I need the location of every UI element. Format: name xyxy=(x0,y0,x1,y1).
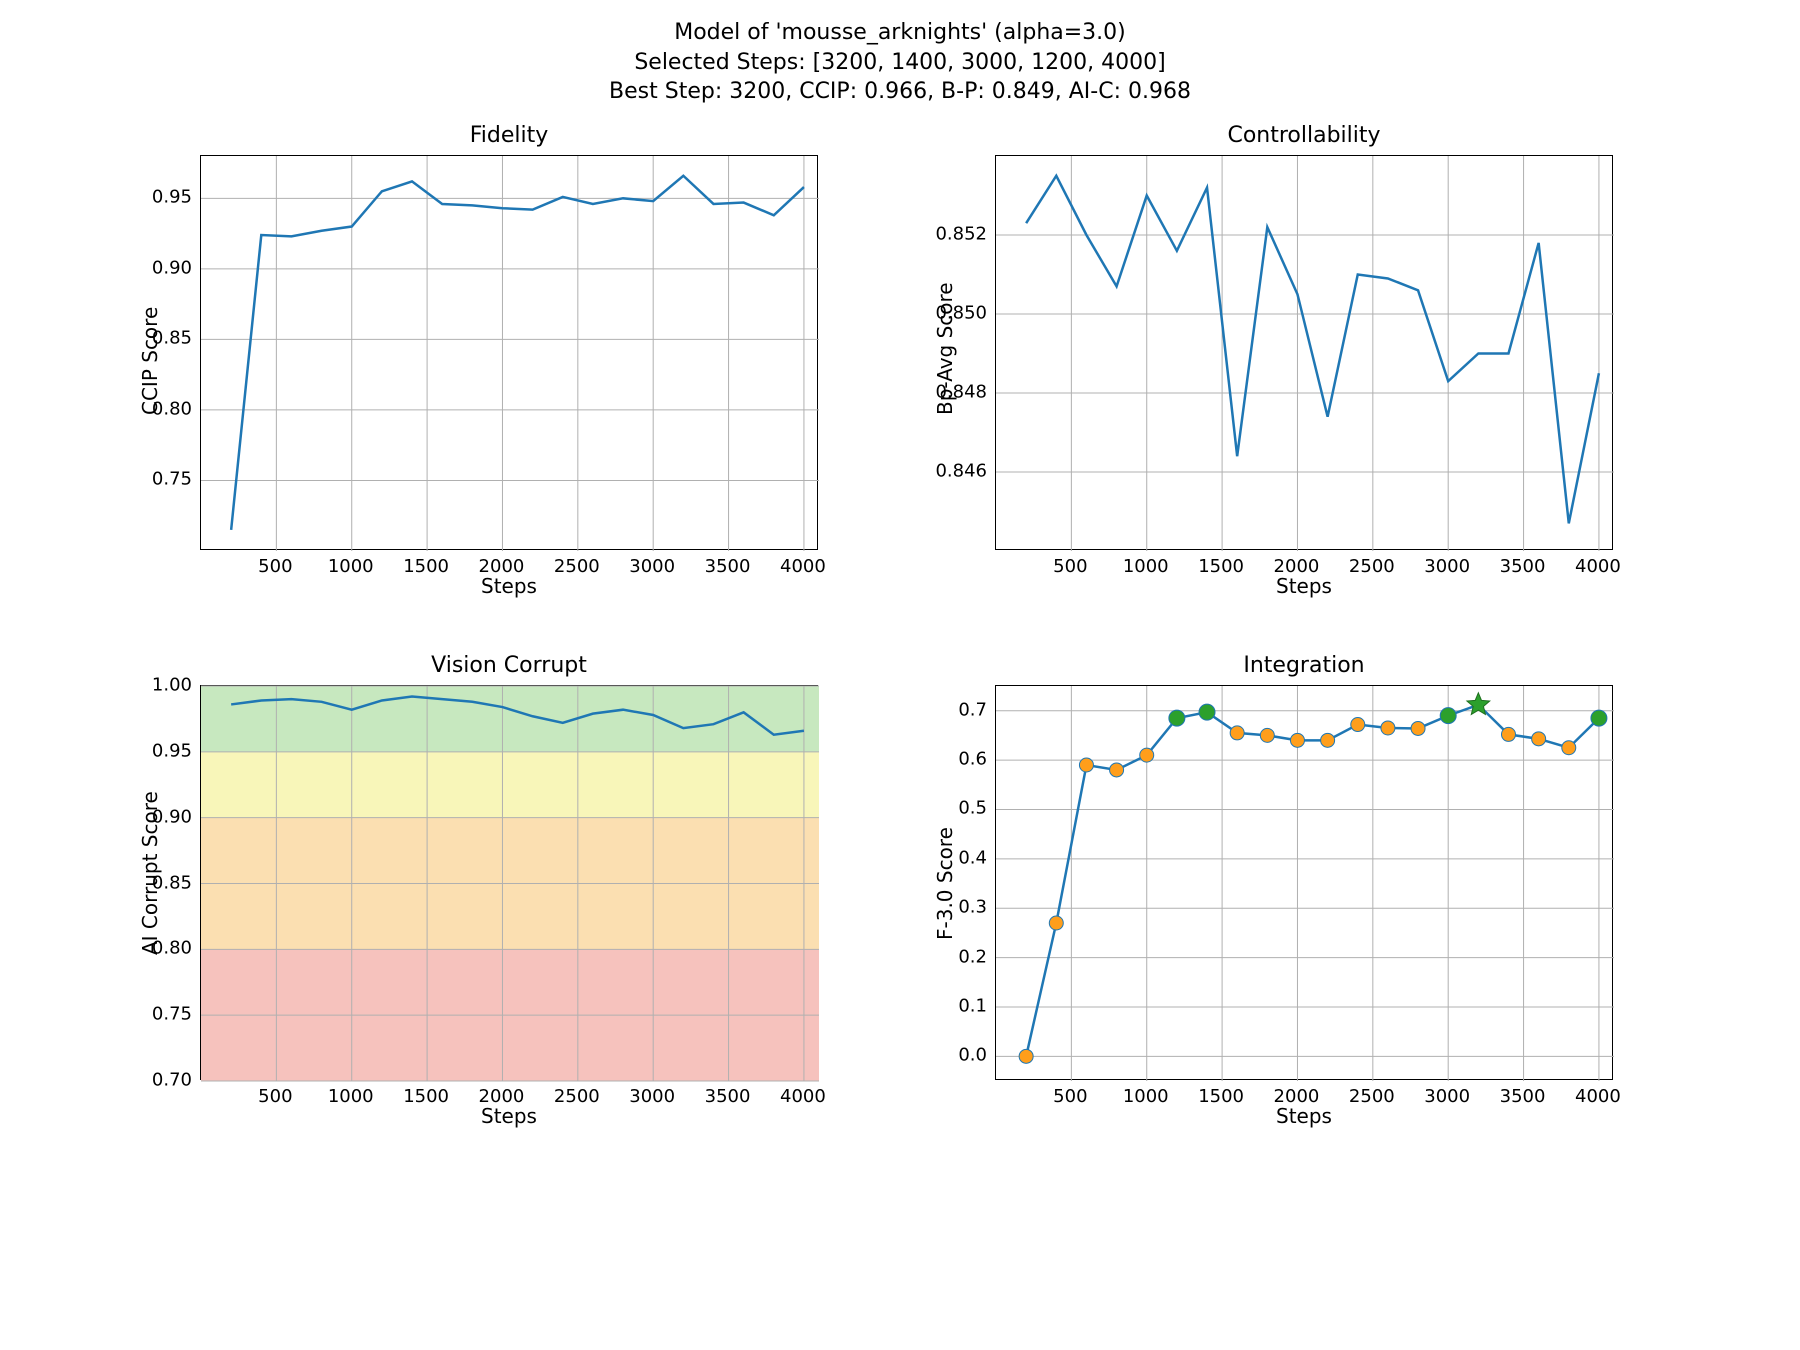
xtick-label: 2500 xyxy=(554,556,600,577)
xlabel-integration: Steps xyxy=(995,1104,1613,1128)
xtick-label: 2000 xyxy=(1274,1086,1320,1107)
xtick-label: 1000 xyxy=(328,556,374,577)
xtick-label: 3000 xyxy=(1424,556,1470,577)
ytick-label: 0.90 xyxy=(122,806,192,827)
ytick-label: 0.7 xyxy=(917,699,987,720)
figure-suptitle: Model of 'mousse_arknights' (alpha=3.0) … xyxy=(0,18,1800,107)
xtick-label: 500 xyxy=(258,556,292,577)
ytick-label: 0.85 xyxy=(122,328,192,349)
ytick-label: 0.75 xyxy=(122,469,192,490)
ytick-label: 0.95 xyxy=(122,740,192,761)
ytick-label: 0.1 xyxy=(917,995,987,1016)
suptitle-line3: Best Step: 3200, CCIP: 0.966, B-P: 0.849… xyxy=(0,77,1800,107)
ytick-label: 0.850 xyxy=(917,303,987,324)
ytick-label: 0.75 xyxy=(122,1004,192,1025)
xtick-label: 4000 xyxy=(1575,556,1621,577)
ytick-label: 0.4 xyxy=(917,847,987,868)
panel-controllability: Controllability Steps Bp-Avg Score 50010… xyxy=(995,155,1613,550)
axes-fidelity xyxy=(200,155,818,550)
ytick-label: 0.846 xyxy=(917,461,987,482)
xlabel-fidelity: Steps xyxy=(200,574,818,598)
ytick-label: 0.2 xyxy=(917,946,987,967)
figure: Model of 'mousse_arknights' (alpha=3.0) … xyxy=(0,0,1800,1350)
ytick-label: 0.85 xyxy=(122,872,192,893)
ytick-label: 0.6 xyxy=(917,749,987,770)
ylabel-integration: F-3.0 Score xyxy=(933,827,957,940)
axes-vision xyxy=(200,685,818,1080)
xtick-label: 3500 xyxy=(705,1086,751,1107)
xtick-label: 1000 xyxy=(1123,556,1169,577)
ytick-label: 0.0 xyxy=(917,1045,987,1066)
panel-title-fidelity: Fidelity xyxy=(200,123,818,148)
ytick-label: 0.80 xyxy=(122,938,192,959)
xtick-label: 3500 xyxy=(1500,1086,1546,1107)
xtick-label: 500 xyxy=(1053,556,1087,577)
plot-integration xyxy=(996,686,1614,1081)
panel-integration: Integration Steps F-3.0 Score 5001000150… xyxy=(995,685,1613,1080)
xtick-label: 500 xyxy=(1053,1086,1087,1107)
axes-controllability xyxy=(995,155,1613,550)
xtick-label: 1000 xyxy=(1123,1086,1169,1107)
ytick-label: 1.00 xyxy=(122,675,192,696)
xtick-label: 1500 xyxy=(403,1086,449,1107)
panel-fidelity: Fidelity Steps CCIP Score 50010001500200… xyxy=(200,155,818,550)
panel-title-vision: Vision Corrupt xyxy=(200,653,818,678)
suptitle-line1: Model of 'mousse_arknights' (alpha=3.0) xyxy=(0,18,1800,48)
xtick-label: 2000 xyxy=(479,1086,525,1107)
xtick-label: 4000 xyxy=(1575,1086,1621,1107)
xtick-label: 2500 xyxy=(554,1086,600,1107)
panel-title-controllability: Controllability xyxy=(995,123,1613,148)
ytick-label: 0.95 xyxy=(122,187,192,208)
axes-integration xyxy=(995,685,1613,1080)
xlabel-controllability: Steps xyxy=(995,574,1613,598)
plot-controllability xyxy=(996,156,1614,551)
xtick-label: 1500 xyxy=(403,556,449,577)
ytick-label: 0.70 xyxy=(122,1070,192,1091)
xlabel-vision: Steps xyxy=(200,1104,818,1128)
xtick-label: 3500 xyxy=(1500,556,1546,577)
xtick-label: 3500 xyxy=(705,556,751,577)
panel-vision: Vision Corrupt Steps AI Corrupt Score 50… xyxy=(200,685,818,1080)
ytick-label: 0.90 xyxy=(122,257,192,278)
xtick-label: 2000 xyxy=(479,556,525,577)
xtick-label: 3000 xyxy=(629,556,675,577)
panel-title-integration: Integration xyxy=(995,653,1613,678)
xtick-label: 3000 xyxy=(1424,1086,1470,1107)
xtick-label: 500 xyxy=(258,1086,292,1107)
xtick-label: 1500 xyxy=(1198,556,1244,577)
xtick-label: 4000 xyxy=(780,556,826,577)
xtick-label: 2000 xyxy=(1274,556,1320,577)
xtick-label: 1500 xyxy=(1198,1086,1244,1107)
xtick-label: 3000 xyxy=(629,1086,675,1107)
ytick-label: 0.848 xyxy=(917,382,987,403)
ytick-label: 0.80 xyxy=(122,398,192,419)
xtick-label: 4000 xyxy=(780,1086,826,1107)
ytick-label: 0.3 xyxy=(917,897,987,918)
xtick-label: 2500 xyxy=(1349,1086,1395,1107)
plot-vision xyxy=(201,686,819,1081)
ytick-label: 0.852 xyxy=(917,224,987,245)
ytick-label: 0.5 xyxy=(917,798,987,819)
suptitle-line2: Selected Steps: [3200, 1400, 3000, 1200,… xyxy=(0,48,1800,78)
plot-fidelity xyxy=(201,156,819,551)
xtick-label: 1000 xyxy=(328,1086,374,1107)
xtick-label: 2500 xyxy=(1349,556,1395,577)
